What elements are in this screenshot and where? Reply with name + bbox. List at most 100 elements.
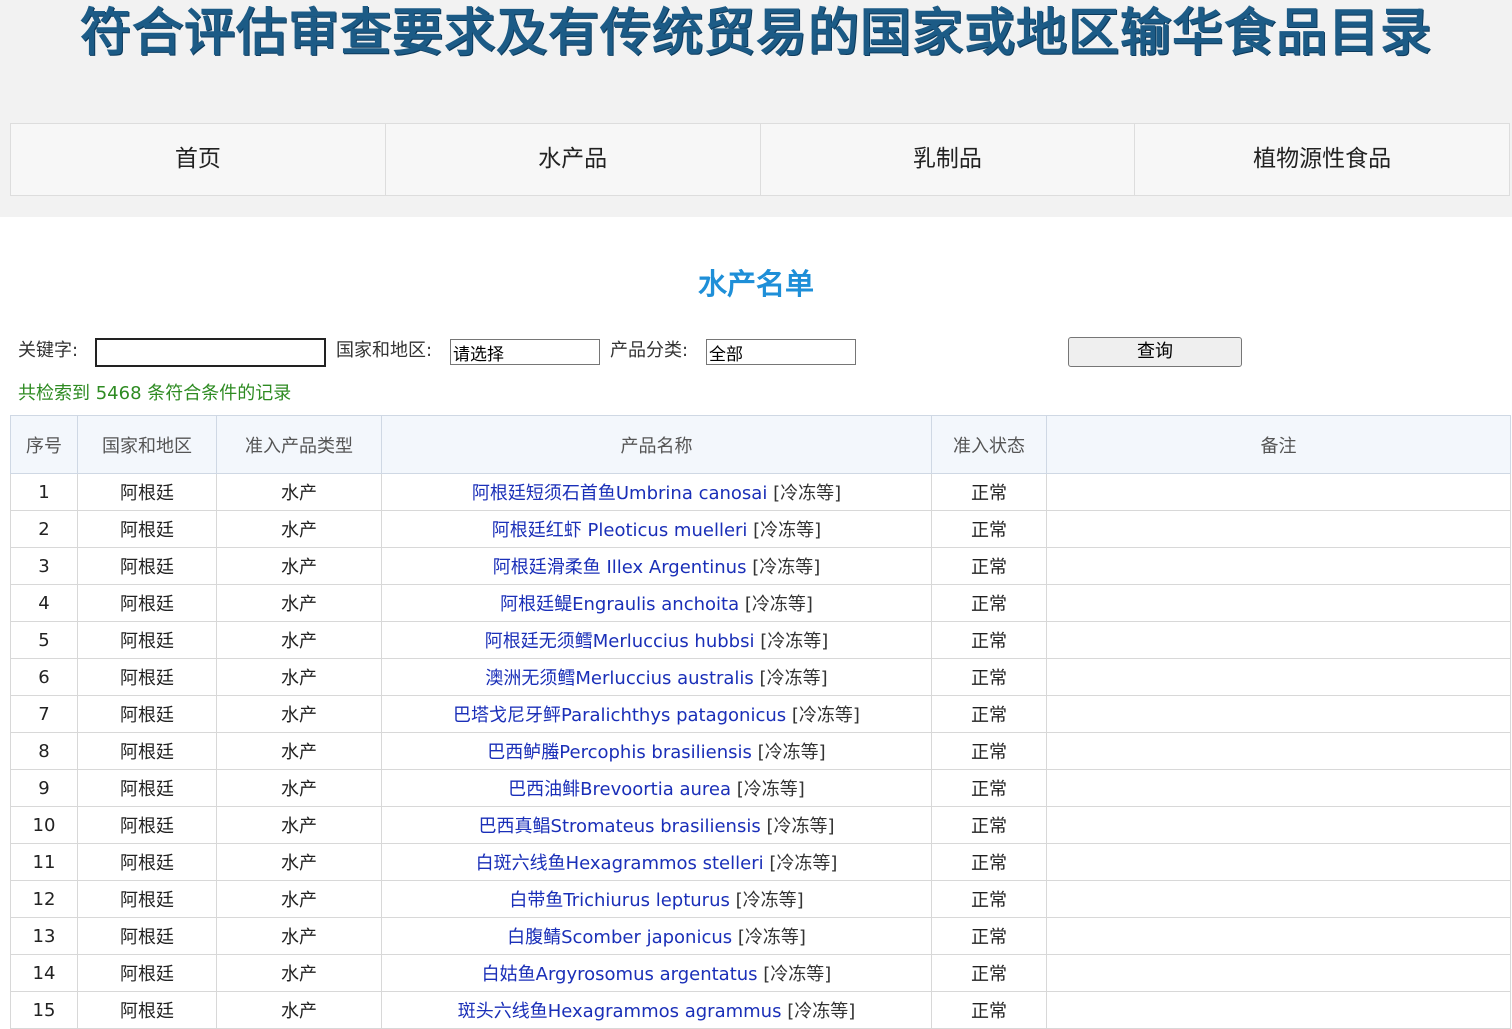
cell-note — [1046, 954, 1511, 992]
cell-type: 水产 — [216, 695, 382, 733]
cell-no: 1 — [10, 473, 78, 511]
cell-no: 13 — [10, 917, 78, 955]
page-title: 水产名单 — [697, 267, 814, 301]
main-nav: 首页 水产品 乳制品 植物源性食品 — [10, 123, 1510, 196]
product-tag: [冷冻等] — [791, 705, 860, 726]
product-link[interactable]: 阿根廷红虾 Pleoticus muelleri — [492, 520, 748, 541]
product-tag: [冷冻等] — [759, 668, 828, 689]
cell-product: 阿根廷红虾 Pleoticus muelleri [冷冻等] — [381, 510, 932, 548]
cell-product: 白姑鱼Argyrosomus argentatus [冷冻等] — [381, 954, 932, 992]
cell-status: 正常 — [931, 806, 1047, 844]
product-tag: [冷冻等] — [737, 927, 806, 948]
nav-item-dairy[interactable]: 乳制品 — [761, 124, 1136, 195]
cell-region: 阿根廷 — [77, 917, 217, 955]
cell-no: 8 — [10, 732, 78, 770]
product-link[interactable]: 澳洲无须鳕Merluccius australis — [485, 668, 753, 689]
cell-note — [1046, 510, 1511, 548]
cell-note — [1046, 695, 1511, 733]
cell-status: 正常 — [931, 991, 1047, 1029]
cell-no: 11 — [10, 843, 78, 881]
table-row: 5 阿根廷 水产 阿根廷无须鳕Merluccius hubbsi [冷冻等] 正常 — [10, 621, 1511, 659]
col-header-region: 国家和地区 — [77, 415, 217, 474]
product-link[interactable]: 巴西鲈螣Percophis brasiliensis — [487, 742, 752, 763]
cell-note — [1046, 732, 1511, 770]
product-link[interactable]: 白腹鲭Scomber japonicus — [507, 927, 732, 948]
category-select[interactable] — [706, 339, 856, 365]
product-link[interactable]: 巴西真鲳Stromateus brasiliensis — [479, 816, 761, 837]
cell-note — [1046, 658, 1511, 696]
table-row: 6 阿根廷 水产 澳洲无须鳕Merluccius australis [冷冻等] 正常 — [10, 658, 1511, 696]
region-select[interactable] — [450, 339, 600, 365]
product-link[interactable]: 白带鱼Trichiurus lepturus — [509, 890, 730, 911]
product-link[interactable]: 阿根廷滑柔鱼 Illex Argentinus — [493, 557, 747, 578]
cell-type: 水产 — [216, 510, 382, 548]
cell-product: 巴西真鲳Stromateus brasiliensis [冷冻等] — [381, 806, 932, 844]
cell-region: 阿根廷 — [77, 695, 217, 733]
cell-type: 水产 — [216, 954, 382, 992]
cell-product: 阿根廷无须鳕Merluccius hubbsi [冷冻等] — [381, 621, 932, 659]
category-label: 产品分类: — [610, 340, 689, 361]
product-link[interactable]: 斑头六线鱼Hexagrammos agrammus — [458, 1001, 782, 1022]
cell-no: 15 — [10, 991, 78, 1029]
cell-no: 3 — [10, 547, 78, 585]
cell-type: 水产 — [216, 806, 382, 844]
cell-no: 12 — [10, 880, 78, 918]
cell-no: 6 — [10, 658, 78, 696]
cell-note — [1046, 991, 1511, 1029]
table-row: 15 阿根廷 水产 斑头六线鱼Hexagrammos agrammus [冷冻等] 正常 — [10, 991, 1511, 1029]
table-row: 14 阿根廷 水产 白姑鱼Argyrosomus argentatus [冷冻等] 正常 — [10, 954, 1511, 992]
cell-no: 4 — [10, 584, 78, 622]
cell-type: 水产 — [216, 658, 382, 696]
col-header-product: 产品名称 — [381, 415, 932, 474]
nav-item-aquatic[interactable]: 水产品 — [386, 124, 761, 195]
product-link[interactable]: 巴西油鲱Brevoortia aurea — [508, 779, 731, 800]
table-row: 7 阿根廷 水产 巴塔戈尼牙鲆Paralichthys patagonicus [冷冻… — [10, 695, 1511, 733]
product-tag: [冷冻等] — [766, 816, 835, 837]
product-link[interactable]: 阿根廷无须鳕Merluccius hubbsi — [485, 631, 755, 652]
product-tag: [冷冻等] — [736, 779, 805, 800]
cell-no: 5 — [10, 621, 78, 659]
cell-region: 阿根廷 — [77, 769, 217, 807]
cell-type: 水产 — [216, 917, 382, 955]
product-tag: [冷冻等] — [763, 964, 832, 985]
product-link[interactable]: 阿根廷短须石首鱼Umbrina canosai — [472, 483, 767, 504]
search-bar: 关键字: 国家和地区: 产品分类: 查询 — [18, 336, 1498, 368]
cell-note — [1046, 621, 1511, 659]
cell-region: 阿根廷 — [77, 658, 217, 696]
cell-no: 7 — [10, 695, 78, 733]
product-link[interactable]: 阿根廷鳀Engraulis anchoita — [500, 594, 739, 615]
table-row: 13 阿根廷 水产 白腹鲭Scomber japonicus [冷冻等] 正常 — [10, 917, 1511, 955]
cell-product: 阿根廷短须石首鱼Umbrina canosai [冷冻等] — [381, 473, 932, 511]
product-tag: [冷冻等] — [735, 890, 804, 911]
cell-type: 水产 — [216, 584, 382, 622]
product-tag: [冷冻等] — [787, 1001, 856, 1022]
product-link[interactable]: 白姑鱼Argyrosomus argentatus — [482, 964, 758, 985]
query-button[interactable]: 查询 — [1068, 337, 1242, 367]
cell-region: 阿根廷 — [77, 473, 217, 511]
cell-region: 阿根廷 — [77, 621, 217, 659]
table-header-row: 序号 国家和地区 准入产品类型 产品名称 准入状态 备注 — [10, 415, 1511, 474]
cell-product: 斑头六线鱼Hexagrammos agrammus [冷冻等] — [381, 991, 932, 1029]
product-link[interactable]: 白斑六线鱼Hexagrammos stelleri — [476, 853, 764, 874]
results-table: 序号 国家和地区 准入产品类型 产品名称 准入状态 备注 1 阿根廷 水产 阿根廷短须… — [10, 415, 1511, 1029]
cell-no: 2 — [10, 510, 78, 548]
nav-item-home[interactable]: 首页 — [11, 124, 386, 195]
cell-status: 正常 — [931, 547, 1047, 585]
cell-region: 阿根廷 — [77, 954, 217, 992]
nav-item-plant-food[interactable]: 植物源性食品 — [1135, 124, 1509, 195]
product-tag: [冷冻等] — [752, 557, 821, 578]
cell-region: 阿根廷 — [77, 880, 217, 918]
product-tag: [冷冻等] — [769, 853, 838, 874]
keyword-input[interactable] — [95, 338, 326, 367]
cell-status: 正常 — [931, 658, 1047, 696]
product-link[interactable]: 巴塔戈尼牙鲆Paralichthys patagonicus — [453, 705, 786, 726]
site-banner-title: 符合评估审查要求及有传统贸易的国家或地区输华食品目录 — [79, 3, 1432, 63]
col-header-note: 备注 — [1046, 415, 1511, 474]
cell-product: 阿根廷鳀Engraulis anchoita [冷冻等] — [381, 584, 932, 622]
cell-product: 巴西鲈螣Percophis brasiliensis [冷冻等] — [381, 732, 932, 770]
cell-status: 正常 — [931, 954, 1047, 992]
cell-status: 正常 — [931, 695, 1047, 733]
cell-type: 水产 — [216, 473, 382, 511]
table-row: 11 阿根廷 水产 白斑六线鱼Hexagrammos stelleri [冷冻等] 正常 — [10, 843, 1511, 881]
product-tag: [冷冻等] — [757, 742, 826, 763]
